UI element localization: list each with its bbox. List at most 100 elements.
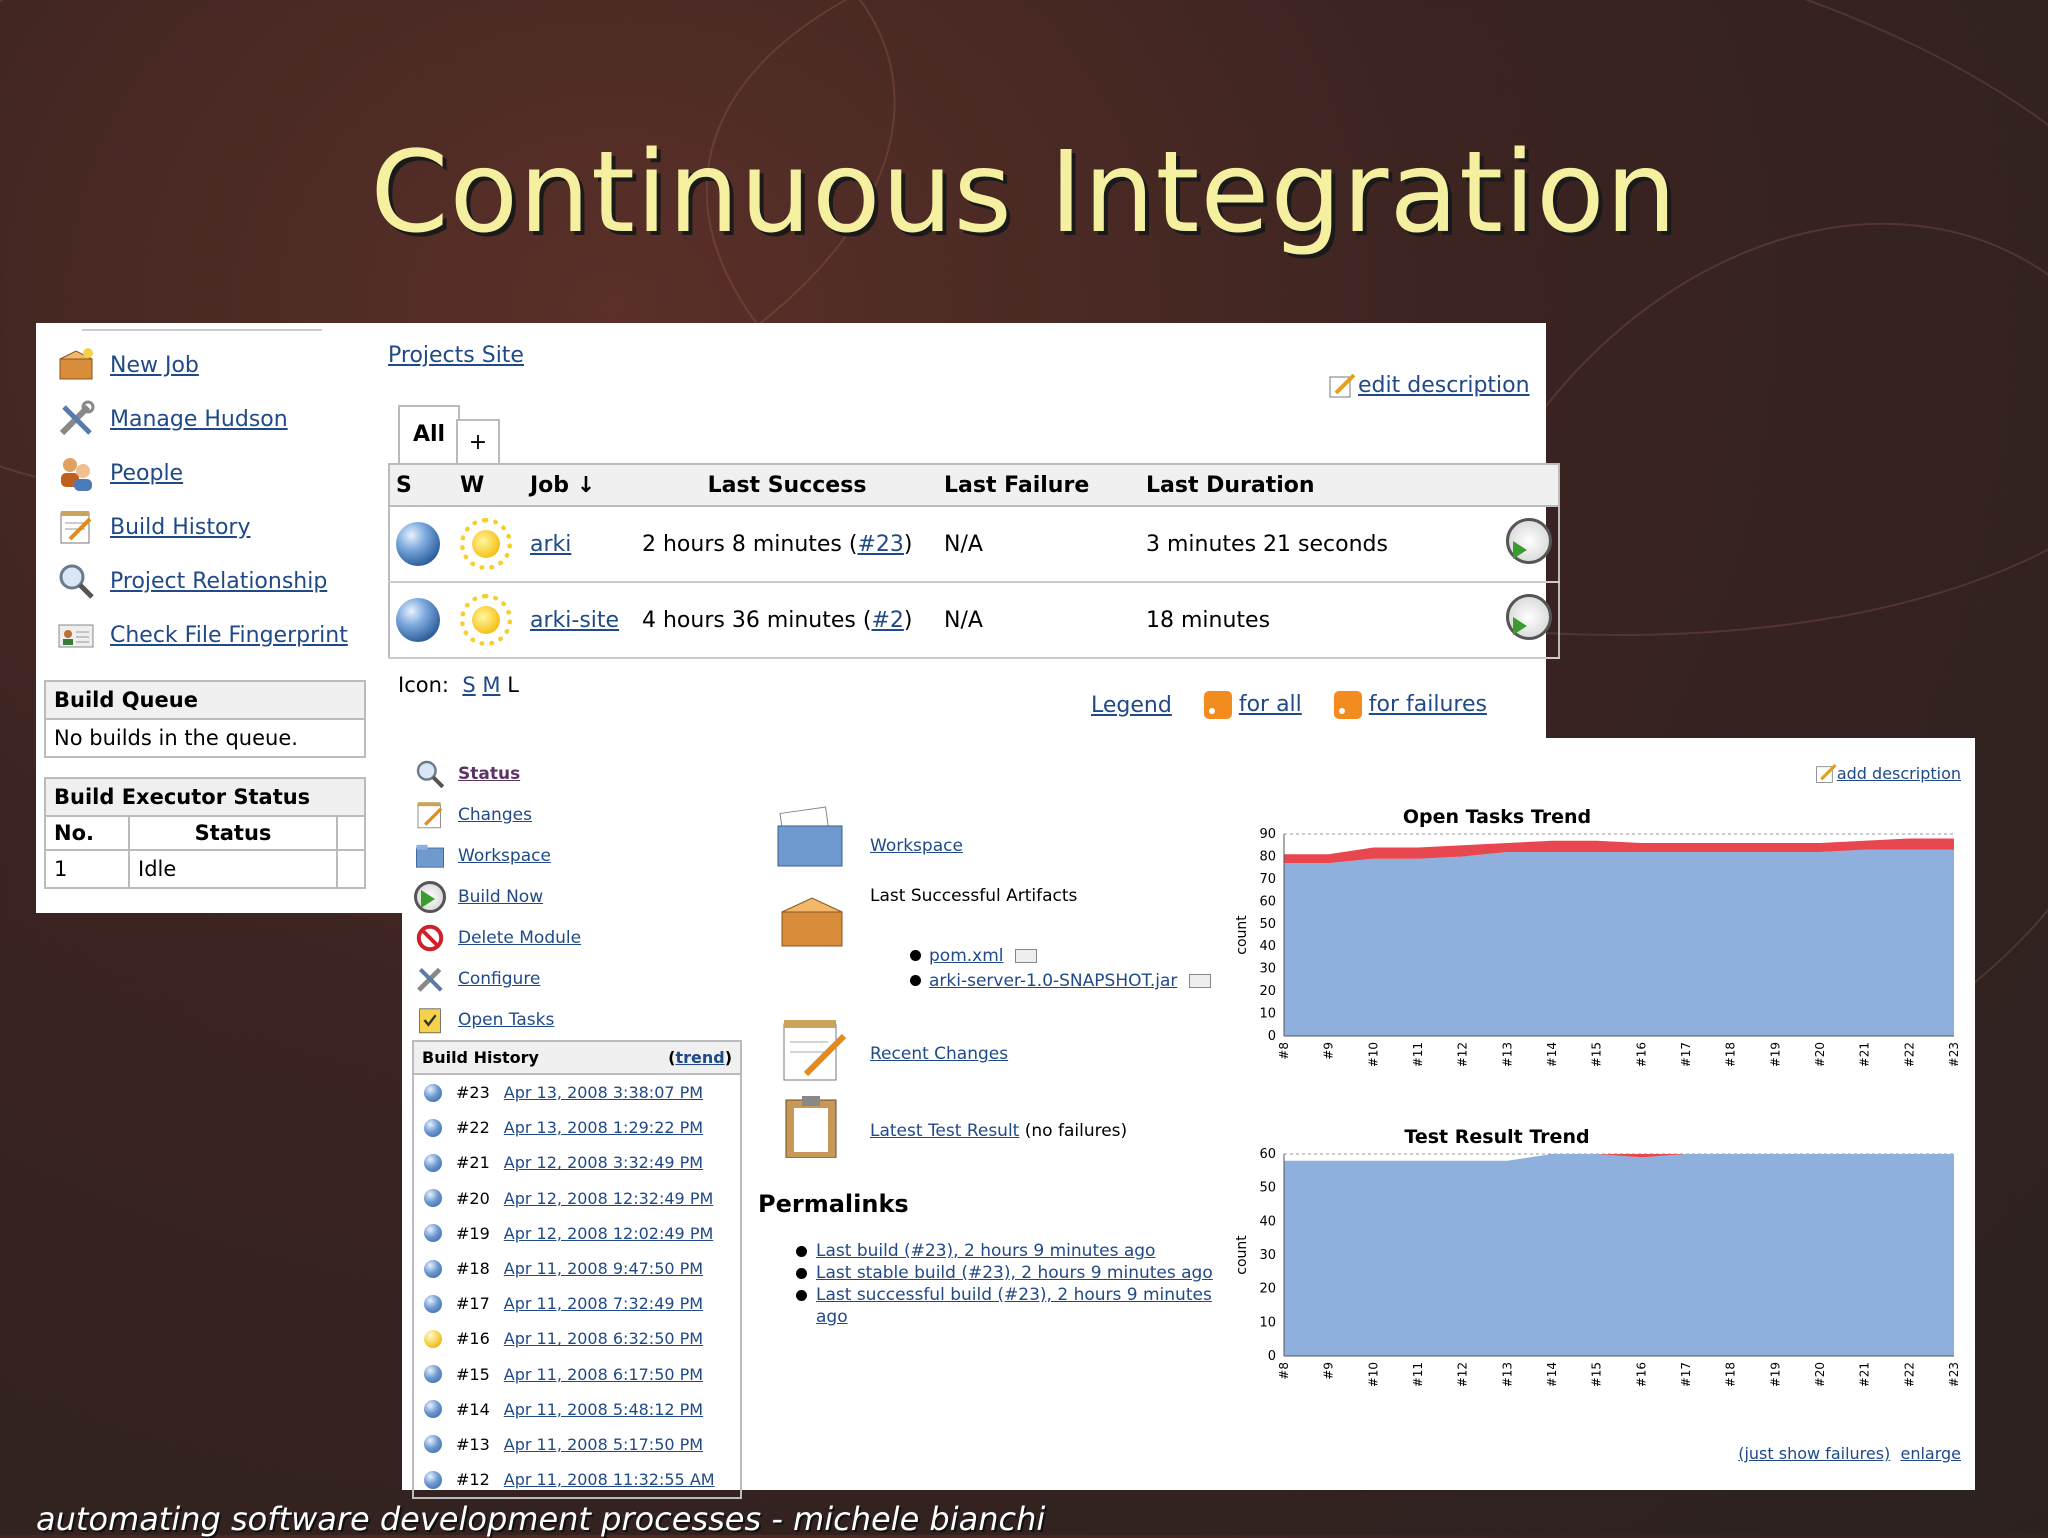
notepad-icon bbox=[60, 511, 92, 544]
sidebar-item-manage-hudson[interactable]: Manage Hudson bbox=[56, 399, 288, 439]
add-description-link[interactable]: add description bbox=[1815, 762, 1961, 784]
job-link[interactable]: arki bbox=[530, 532, 571, 557]
icon-size-l: L bbox=[507, 673, 519, 697]
enlarge-link[interactable]: enlarge bbox=[1900, 1444, 1961, 1463]
sidebar-item-build-history[interactable]: Build History bbox=[56, 507, 251, 547]
build-date-link[interactable]: Apr 13, 2008 3:38:07 PM bbox=[504, 1083, 703, 1102]
y-tick-label: 70 bbox=[1259, 872, 1276, 887]
latest-test-link[interactable]: Latest Test Result bbox=[870, 1121, 1019, 1141]
build-date-link[interactable]: Apr 11, 2008 5:48:12 PM bbox=[504, 1400, 703, 1419]
x-tick-label: #10 bbox=[1366, 1042, 1380, 1066]
permalink-item[interactable]: Last build (#23), 2 hours 9 minutes ago bbox=[796, 1240, 1246, 1262]
build-date-link[interactable]: Apr 13, 2008 1:29:22 PM bbox=[504, 1118, 703, 1137]
rss-failures-link[interactable]: for failures bbox=[1333, 691, 1487, 719]
permalink-item[interactable]: Last stable build (#23), 2 hours 9 minut… bbox=[796, 1262, 1246, 1284]
tab-add[interactable]: + bbox=[456, 419, 500, 465]
status-ball-icon bbox=[396, 598, 440, 642]
permalink-item[interactable]: Last successful build (#23), 2 hours 9 m… bbox=[796, 1284, 1216, 1328]
slide-footer: automating software development processe… bbox=[36, 1500, 1046, 1538]
build-date-link[interactable]: Apr 12, 2008 12:02:49 PM bbox=[504, 1224, 714, 1243]
icon-size-label: Icon: bbox=[398, 673, 449, 697]
sidebar-item-label: Manage Hudson bbox=[110, 406, 288, 432]
build-date-link[interactable]: Apr 11, 2008 7:32:49 PM bbox=[504, 1294, 703, 1313]
col-last-success[interactable]: Last Success bbox=[636, 464, 938, 507]
trend-link[interactable]: trend bbox=[675, 1048, 724, 1067]
build-number: #22 bbox=[456, 1118, 490, 1138]
menu-build-now[interactable]: Build Now bbox=[414, 880, 543, 914]
build-status-icon bbox=[424, 1400, 442, 1419]
menu-label: Configure bbox=[458, 969, 541, 989]
col-status[interactable]: S bbox=[389, 464, 454, 507]
menu-workspace[interactable]: Workspace bbox=[414, 839, 551, 873]
edit-description-link[interactable]: edit description bbox=[1328, 371, 1530, 399]
fingerprint-icon[interactable] bbox=[1014, 949, 1037, 963]
icon-size-m[interactable]: M bbox=[482, 673, 500, 697]
build-date-link[interactable]: Apr 11, 2008 9:47:50 PM bbox=[504, 1259, 703, 1278]
rss-all-label: for all bbox=[1238, 692, 1302, 717]
build-link[interactable]: #2 bbox=[871, 608, 903, 633]
sunny-icon bbox=[460, 518, 512, 570]
menu-delete-module[interactable]: Delete Module bbox=[414, 921, 581, 955]
menu-label: Build Now bbox=[458, 887, 544, 907]
module-panel: add description Status Changes Workspace… bbox=[402, 738, 1975, 1500]
job-link[interactable]: arki-site bbox=[530, 608, 619, 633]
breadcrumb[interactable]: Projects Site bbox=[388, 343, 524, 368]
tab-all[interactable]: All bbox=[398, 405, 460, 465]
y-tick-label: 30 bbox=[1259, 1248, 1276, 1263]
build-number: #17 bbox=[456, 1294, 490, 1314]
menu-status[interactable]: Status bbox=[414, 757, 520, 791]
build-date-link[interactable]: Apr 12, 2008 12:32:49 PM bbox=[504, 1189, 714, 1208]
x-tick-label: #23 bbox=[1947, 1362, 1961, 1386]
col-job[interactable]: Job ↓ bbox=[524, 464, 636, 507]
build-date-link[interactable]: Apr 11, 2008 6:32:50 PM bbox=[504, 1329, 703, 1348]
sidebar-item-new-job[interactable]: New Job bbox=[56, 345, 199, 385]
workspace-link[interactable]: Workspace bbox=[870, 836, 963, 856]
build-status-icon bbox=[424, 1329, 442, 1348]
build-status-icon bbox=[424, 1083, 442, 1102]
sidebar-item-check-file-fingerprint[interactable]: Check File Fingerprint bbox=[56, 615, 348, 655]
build-date-link[interactable]: Apr 11, 2008 6:17:50 PM bbox=[504, 1365, 703, 1384]
build-history-row: #22 Apr 13, 2008 1:29:22 PM bbox=[414, 1110, 740, 1145]
build-date-link[interactable]: Apr 11, 2008 11:32:55 AM bbox=[504, 1470, 715, 1489]
open-tasks-trend-chart[interactable]: 0 10 20 30 40 50 60 70 80 90 #8 #9 #10 #11 #12 #13 #14 #1… bbox=[1222, 826, 1972, 1066]
test-result-trend-chart[interactable]: 0 10 20 30 40 50 60 #8 #9 #10 #11 #12 #13 #14 #15 #16 #1… bbox=[1222, 1146, 1972, 1386]
sidebar-item-people[interactable]: People bbox=[56, 453, 183, 493]
last-failure: N/A bbox=[938, 582, 1140, 659]
fingerprint-icon[interactable] bbox=[1188, 974, 1211, 988]
icon-size-s[interactable]: S bbox=[462, 673, 475, 697]
build-date-link[interactable]: Apr 11, 2008 5:17:50 PM bbox=[504, 1435, 703, 1454]
build-number: #19 bbox=[456, 1223, 490, 1243]
legend-link[interactable]: Legend bbox=[1091, 693, 1172, 718]
y-tick-label: 10 bbox=[1259, 1007, 1276, 1022]
y-tick-label: 50 bbox=[1259, 917, 1276, 932]
last-duration: 3 minutes 21 seconds bbox=[1140, 506, 1452, 583]
x-tick-label: #18 bbox=[1724, 1362, 1738, 1386]
x-tick-label: #16 bbox=[1634, 1042, 1648, 1066]
menu-configure[interactable]: Configure bbox=[414, 962, 540, 996]
build-history-row: #15 Apr 11, 2008 6:17:50 PM bbox=[414, 1357, 740, 1392]
notepad-icon bbox=[417, 802, 443, 829]
build-link[interactable]: #23 bbox=[857, 532, 903, 557]
y-tick-label: 20 bbox=[1259, 984, 1276, 999]
just-show-failures-link[interactable]: (just show failures) bbox=[1738, 1444, 1890, 1463]
recent-changes-link[interactable]: Recent Changes bbox=[870, 1044, 1008, 1064]
sidebar-item-project-relationship[interactable]: Project Relationship bbox=[56, 561, 327, 601]
rss-all-link[interactable]: for all bbox=[1203, 691, 1302, 719]
build-number: #15 bbox=[456, 1364, 490, 1384]
menu-open-tasks[interactable]: Open Tasks bbox=[414, 1003, 554, 1037]
schedule-build-icon[interactable] bbox=[1506, 594, 1552, 640]
col-last-failure[interactable]: Last Failure bbox=[938, 464, 1140, 507]
artifact-link[interactable]: pom.xml bbox=[929, 946, 1004, 966]
col-weather[interactable]: W bbox=[454, 464, 524, 507]
latest-test-result: Latest Test Result (no failures) bbox=[870, 1121, 1127, 1141]
y-tick-label: 40 bbox=[1259, 939, 1276, 954]
build-number: #20 bbox=[456, 1188, 490, 1208]
col-last-duration[interactable]: Last Duration bbox=[1140, 464, 1452, 507]
schedule-build-icon[interactable] bbox=[1506, 518, 1552, 564]
artifact-link[interactable]: arki-server-1.0-SNAPSHOT.jar bbox=[929, 971, 1177, 991]
build-date-link[interactable]: Apr 12, 2008 3:32:49 PM bbox=[504, 1153, 703, 1172]
menu-label: Open Tasks bbox=[458, 1010, 555, 1030]
y-tick-label: 10 bbox=[1259, 1315, 1276, 1330]
menu-changes[interactable]: Changes bbox=[414, 798, 532, 832]
notepad-icon bbox=[783, 1020, 847, 1081]
